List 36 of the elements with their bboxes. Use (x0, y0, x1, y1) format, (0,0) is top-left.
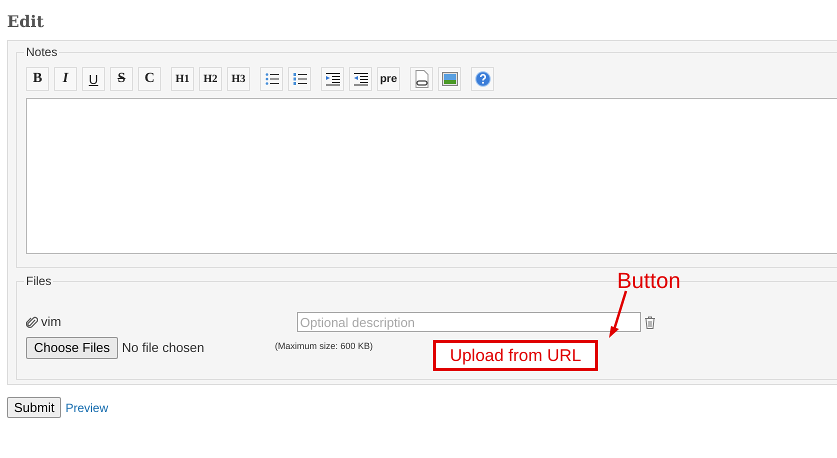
format-button[interactable]: H1 (171, 67, 194, 91)
toolbar-button[interactable] (410, 67, 433, 91)
numbered-list-icon (292, 72, 306, 86)
bullet-list-icon (264, 72, 278, 86)
annotation-label: Button (617, 267, 681, 295)
max-size-note: (Maximum size: 600 KB) (274, 340, 373, 354)
format-button[interactable]: pre (377, 67, 400, 91)
format-button[interactable]: C (138, 67, 161, 91)
attachment-name: vim (41, 313, 62, 332)
format-button[interactable]: B (26, 67, 49, 91)
file-link-icon (414, 70, 430, 88)
format-button[interactable]: U (82, 67, 105, 91)
choose-files-button[interactable]: Choose Files (26, 337, 118, 359)
format-button[interactable]: H2 (199, 67, 222, 91)
submit-button[interactable]: Submit (7, 397, 62, 418)
image-icon (442, 72, 458, 86)
help-icon (474, 71, 490, 87)
toolbar-button[interactable] (288, 67, 311, 91)
format-button[interactable]: S (110, 67, 133, 91)
notes-legend: Notes (24, 43, 60, 61)
toolbar-button[interactable] (349, 67, 372, 91)
indent-icon (326, 72, 340, 86)
page-title: Edit (7, 11, 44, 33)
annotation-arrow (608, 290, 628, 340)
description-field[interactable]: Optional description (297, 312, 641, 332)
format-button[interactable]: I (54, 67, 77, 91)
preview-link[interactable]: Preview (65, 398, 108, 416)
files-legend: Files (24, 272, 54, 290)
paperclip-icon (26, 316, 38, 328)
trash-icon[interactable] (644, 316, 656, 328)
outdent-icon (354, 72, 368, 86)
upload-url-callout: Upload from URL (433, 340, 598, 371)
toolbar-button[interactable] (321, 67, 344, 91)
toolbar-button[interactable] (260, 67, 283, 91)
format-button[interactable]: H3 (227, 67, 250, 91)
file-status: No file chosen (122, 339, 206, 358)
